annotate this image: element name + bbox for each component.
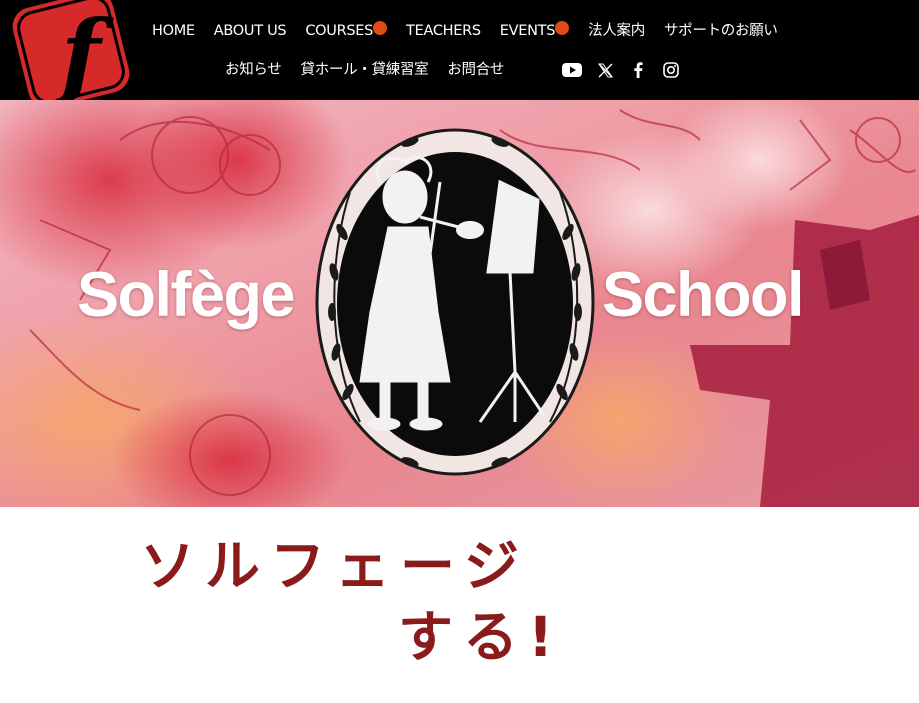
tagline-line-2: する! <box>398 605 564 669</box>
youtube-icon[interactable] <box>561 59 583 81</box>
nav-corporate-info[interactable]: 法人案内 <box>588 19 645 43</box>
hero-word-right: School <box>602 260 805 330</box>
nav-contact[interactable]: お問合せ <box>447 58 504 82</box>
tagline-section: ソルフェージ する! <box>0 507 919 703</box>
nav-events-label[interactable]: EVENTS <box>500 23 556 39</box>
nav-about-us[interactable]: ABOUT US <box>214 19 287 43</box>
notification-dot <box>373 21 388 35</box>
nav-hall-rental[interactable]: 貸ホール・貸練習室 <box>301 58 429 82</box>
facebook-icon[interactable] <box>627 59 649 81</box>
social-links <box>561 59 693 81</box>
x-icon[interactable] <box>594 59 616 81</box>
nav-events[interactable]: EVENTS <box>500 19 570 43</box>
nav-news[interactable]: お知らせ <box>225 58 282 82</box>
hero-banner: Solfège School <box>0 100 919 507</box>
hero-word-left: Solfège <box>77 260 296 330</box>
nav-courses-label[interactable]: COURSES <box>305 23 373 39</box>
nav-support-request[interactable]: サポートのお願い <box>664 19 778 43</box>
secondary-nav: お知らせ 貸ホール・貸練習室 お問合せ <box>225 58 523 82</box>
site-header: f HOME ABOUT US COURSES TEACHERS EVENTS … <box>0 0 919 107</box>
tagline-line-1: ソルフェージ <box>140 534 529 598</box>
main-nav: HOME ABOUT US COURSES TEACHERS EVENTS 法人… <box>152 19 797 43</box>
nav-courses[interactable]: COURSES <box>305 19 388 43</box>
logo-icon[interactable]: f <box>9 0 133 107</box>
instagram-icon[interactable] <box>660 59 682 81</box>
violinist-emblem <box>315 128 595 476</box>
notification-dot <box>555 21 570 35</box>
nav-home[interactable]: HOME <box>152 19 195 43</box>
nav-teachers[interactable]: TEACHERS <box>406 19 481 43</box>
